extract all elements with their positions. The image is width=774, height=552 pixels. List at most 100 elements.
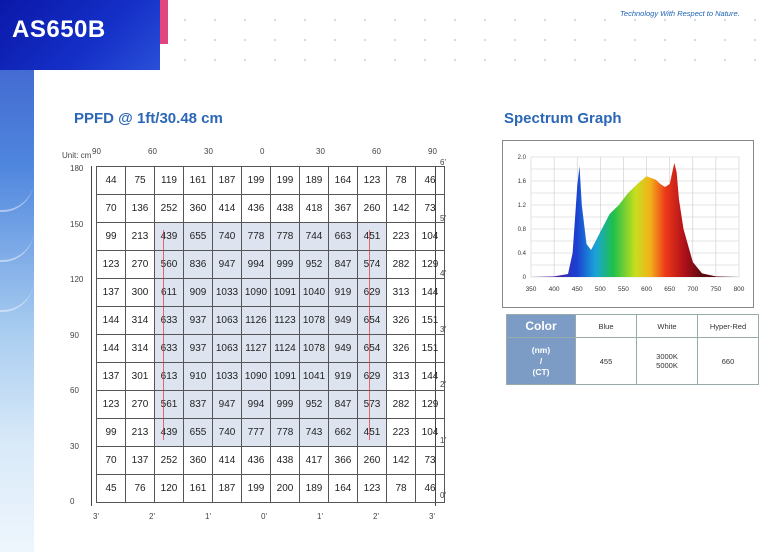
ppfd-cell: 1063 (212, 334, 242, 363)
ppfd-cell: 909 (183, 278, 213, 307)
ppfd-cell: 662 (328, 418, 358, 447)
ppfd-cell: 144 (96, 334, 126, 363)
left-axis-label: 0 (70, 497, 75, 506)
ppfd-cell: 46 (415, 166, 445, 195)
bottom-axis-label: 1' (205, 512, 211, 521)
ppfd-cell: 282 (386, 250, 416, 279)
bottom-axis-label: 0' (261, 512, 267, 521)
ppfd-cell: 314 (125, 306, 155, 335)
top-axis-label: 60 (148, 147, 157, 156)
col-hyper-red: Hyper-Red (697, 314, 759, 338)
x-tick-label: 750 (710, 286, 721, 293)
ppfd-cell: 937 (183, 334, 213, 363)
ppfd-cell: 949 (328, 334, 358, 363)
x-tick-label: 700 (687, 286, 698, 293)
ppfd-cell: 144 (415, 362, 445, 391)
bottom-axis-label: 1' (317, 512, 323, 521)
ppfd-cell: 1033 (212, 362, 242, 391)
ppfd-cell: 778 (270, 418, 300, 447)
ppfd-cell: 417 (299, 446, 329, 475)
ppfd-cell: 73 (415, 194, 445, 223)
ppfd-cell: 260 (357, 446, 387, 475)
ppfd-cell: 123 (96, 390, 126, 419)
left-axis-line (91, 166, 92, 506)
sidebar-wave (0, 180, 34, 212)
ppfd-row: 70 137 252 360 414 436 438 417 366 260 142 73 (96, 446, 445, 475)
ppfd-cell: 326 (386, 334, 416, 363)
ppfd-cell: 994 (241, 250, 271, 279)
ppfd-row: 99 213 439 655 740 778 778 744 663 451 223 104 (96, 222, 445, 251)
ppfd-cell: 366 (328, 446, 358, 475)
ppfd-cell: 300 (125, 278, 155, 307)
ppfd-cell: 561 (154, 390, 184, 419)
ppfd-cell: 947 (212, 250, 242, 279)
ppfd-cell: 633 (154, 334, 184, 363)
ppfd-cell: 999 (270, 250, 300, 279)
ppfd-cell: 1078 (299, 334, 329, 363)
left-axis-label: 180 (70, 164, 84, 173)
spectrum-chart: 0 0.4 0.8 1.2 1.6 2.0 350 400 450 500 550 600 650 700… (502, 140, 754, 308)
bottom-axis-label: 2' (373, 512, 379, 521)
ppfd-cell: 136 (125, 194, 155, 223)
ppfd-cell: 740 (212, 418, 242, 447)
ppfd-cell: 740 (212, 222, 242, 251)
top-axis-label: 0 (260, 147, 265, 156)
spectrum-table: Color Blue White Hyper-Red (nm) / (CT) 4… (506, 314, 759, 385)
ppfd-cell: 1041 (299, 362, 329, 391)
col-blue: Blue (575, 314, 637, 338)
y-tick-label: 1.2 (518, 203, 527, 209)
ppfd-cell: 144 (96, 306, 126, 335)
ppfd-cell: 1127 (241, 334, 271, 363)
ppfd-cell: 360 (183, 194, 213, 223)
ppfd-cell: 919 (328, 278, 358, 307)
ppfd-cell: 326 (386, 306, 416, 335)
y-tick-label: 0 (523, 275, 527, 281)
ppfd-cell: 129 (415, 390, 445, 419)
ppfd-cell: 999 (270, 390, 300, 419)
ppfd-cell: 99 (96, 418, 126, 447)
ppfd-row: 45 76 120 161 187 199 200 189 164 123 78 46 (96, 474, 445, 503)
model-name: AS650B (12, 16, 106, 43)
ppfd-cell: 952 (299, 390, 329, 419)
ppfd-cell: 119 (154, 166, 184, 195)
ppfd-cell: 847 (328, 390, 358, 419)
val-white: 3000K 5000K (636, 337, 698, 385)
ppfd-row: 144 314 633 937 1063 1127 1124 1078 949 654 326 151 (96, 334, 445, 363)
x-tick-label: 500 (595, 286, 606, 293)
ppfd-cell: 137 (125, 446, 155, 475)
ppfd-cell: 1124 (270, 334, 300, 363)
ppfd-cell: 451 (357, 418, 387, 447)
ppfd-cell: 73 (415, 446, 445, 475)
ppfd-row: 123 270 560 836 947 994 999 952 847 574 282 129 (96, 250, 445, 279)
ppfd-cell: 104 (415, 418, 445, 447)
ppfd-row: 123 270 561 837 947 994 999 952 847 573 282 129 (96, 390, 445, 419)
ppfd-cell: 937 (183, 306, 213, 335)
ppfd-cell: 142 (386, 194, 416, 223)
x-tick-label: 650 (664, 286, 675, 293)
ppfd-cell: 654 (357, 334, 387, 363)
ppfd-cell: 438 (270, 446, 300, 475)
ppfd-cell: 314 (125, 334, 155, 363)
ppfd-cell: 120 (154, 474, 184, 503)
left-axis-label: 60 (70, 386, 79, 395)
ppfd-cell: 104 (415, 222, 445, 251)
x-tick-label: 550 (618, 286, 629, 293)
ppfd-cell: 629 (357, 362, 387, 391)
ppfd-cell: 1090 (241, 278, 271, 307)
ppfd-cell: 633 (154, 306, 184, 335)
decorative-sidebar (0, 0, 34, 552)
ppfd-cell: 75 (125, 166, 155, 195)
ppfd-row: 99 213 439 655 740 777 778 743 662 451 223 104 (96, 418, 445, 447)
ppfd-cell: 629 (357, 278, 387, 307)
ppfd-cell: 142 (386, 446, 416, 475)
top-axis-label: 60 (372, 147, 381, 156)
ppfd-cell: 199 (270, 166, 300, 195)
ppfd-cell: 778 (270, 222, 300, 251)
ppfd-cell: 663 (328, 222, 358, 251)
ppfd-cell: 611 (154, 278, 184, 307)
header-banner: AS650B (0, 0, 160, 70)
ppfd-cell: 613 (154, 362, 184, 391)
ppfd-cell: 1078 (299, 306, 329, 335)
ppfd-row: 137 301 613 910 1033 1090 1091 1041 919 629 313 144 (96, 362, 445, 391)
ppfd-cell: 223 (386, 222, 416, 251)
